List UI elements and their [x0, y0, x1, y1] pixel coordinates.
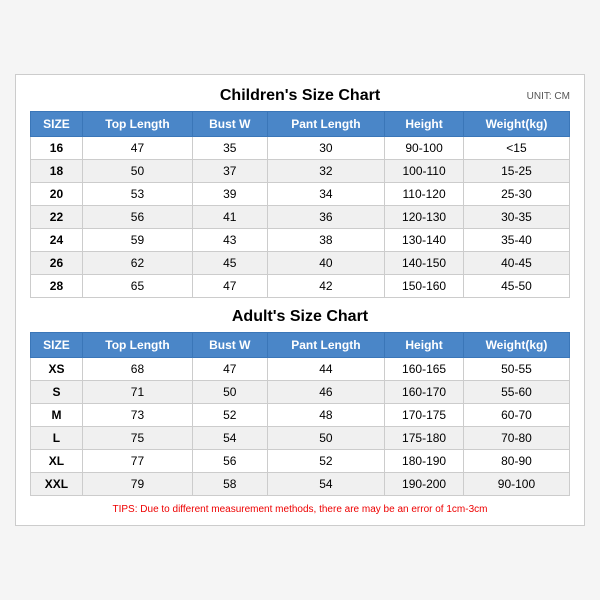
children-col-pantlength: Pant Length [267, 112, 385, 137]
adults-table: SIZE Top Length Bust W Pant Length Heigh… [30, 332, 570, 496]
children-title: Children's Size Chart [220, 87, 380, 105]
children-col-bustw: Bust W [193, 112, 268, 137]
table-row: 20533934110-12025-30 [31, 183, 570, 206]
tips-text: TIPS: Due to different measurement metho… [30, 504, 570, 515]
children-col-size: SIZE [31, 112, 83, 137]
unit-label: UNIT: CM [527, 91, 570, 102]
children-col-weight: Weight(kg) [463, 112, 569, 137]
adults-col-toplength: Top Length [82, 333, 192, 358]
children-col-toplength: Top Length [82, 112, 192, 137]
table-row: 18503732100-11015-25 [31, 160, 570, 183]
adults-header-row: SIZE Top Length Bust W Pant Length Heigh… [31, 333, 570, 358]
children-header-row: SIZE Top Length Bust W Pant Length Heigh… [31, 112, 570, 137]
table-row: 26624540140-15040-45 [31, 252, 570, 275]
table-row: XS684744160-16550-55 [31, 358, 570, 381]
table-row: M735248170-17560-70 [31, 404, 570, 427]
adults-col-bustw: Bust W [193, 333, 268, 358]
table-row: S715046160-17055-60 [31, 381, 570, 404]
adults-col-pantlength: Pant Length [267, 333, 385, 358]
children-title-row: Children's Size Chart UNIT: CM [30, 87, 570, 105]
table-row: XXL795854190-20090-100 [31, 473, 570, 496]
table-row: 1647353090-100<15 [31, 137, 570, 160]
children-col-height: Height [385, 112, 464, 137]
table-row: 24594338130-14035-40 [31, 229, 570, 252]
table-row: L755450175-18070-80 [31, 427, 570, 450]
adults-title-row: Adult's Size Chart [30, 308, 570, 326]
adults-col-height: Height [385, 333, 464, 358]
table-row: 28654742150-16045-50 [31, 275, 570, 298]
table-row: XL775652180-19080-90 [31, 450, 570, 473]
table-row: 22564136120-13030-35 [31, 206, 570, 229]
chart-container: Children's Size Chart UNIT: CM SIZE Top … [15, 74, 585, 526]
adults-title: Adult's Size Chart [232, 308, 368, 326]
children-table: SIZE Top Length Bust W Pant Length Heigh… [30, 111, 570, 298]
adults-col-weight: Weight(kg) [463, 333, 569, 358]
adults-col-size: SIZE [31, 333, 83, 358]
